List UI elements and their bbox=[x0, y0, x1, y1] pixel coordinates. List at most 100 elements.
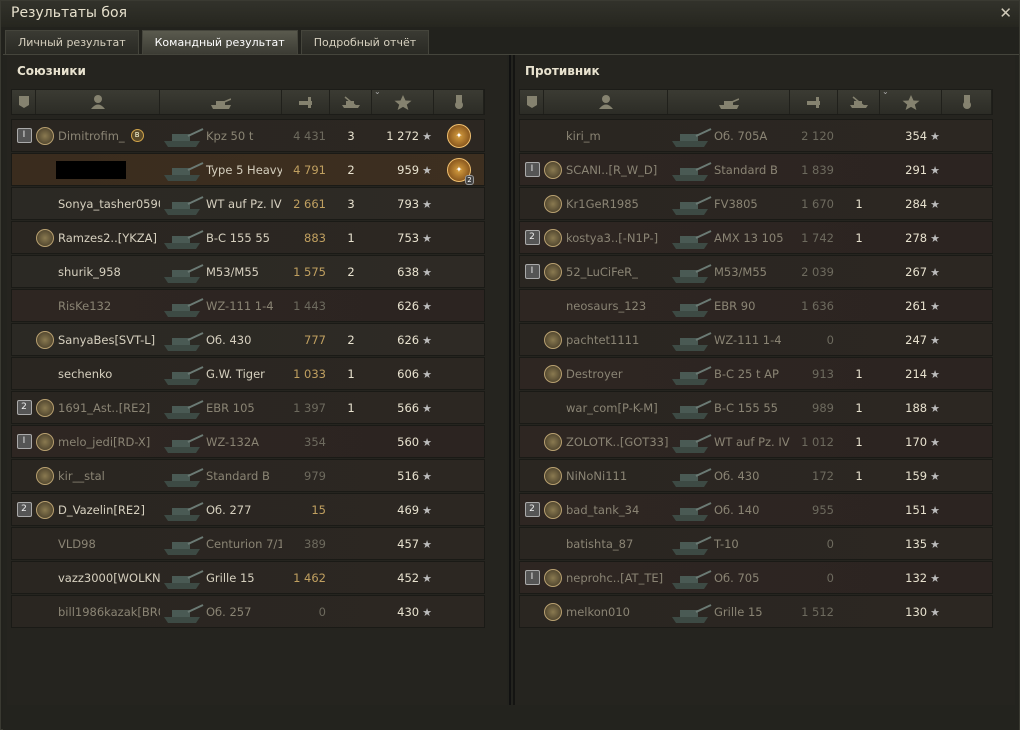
table-row[interactable]: Sonya_tasher0590 WT auf Pz. IV 2 661 3 793 ★ bbox=[11, 187, 485, 220]
player-cell[interactable]: Destroyer bbox=[544, 364, 668, 383]
player-cell[interactable]: SCANI..[R_W_D] bbox=[544, 160, 668, 179]
column-xp-star[interactable]: ⌄ bbox=[372, 87, 434, 114]
xp-value: 626 bbox=[397, 298, 420, 313]
table-row[interactable]: VLD98 Centurion 7/1 389 457 ★ bbox=[11, 527, 485, 560]
table-row[interactable]: war_com[P-K-M] B-C 155 55 989 1 188 ★ bbox=[519, 391, 993, 424]
player-cell[interactable]: vazz3000[WOLKN] bbox=[36, 569, 160, 587]
column-damage[interactable] bbox=[790, 90, 838, 114]
player-cell[interactable]: neosaurs_123 bbox=[544, 297, 668, 315]
table-row[interactable]: I Dimitrofim_ B Kpz 50 t 4 431 3 1 272 ★ ✦ bbox=[11, 119, 485, 152]
tank-icon bbox=[672, 535, 712, 555]
platoon-icon bbox=[526, 96, 537, 108]
player-cell[interactable]: melo_jedi[RD-X] bbox=[36, 432, 160, 451]
rank-badge-icon bbox=[36, 398, 54, 417]
table-row[interactable]: batishta_87 T-10 0 135 ★ bbox=[519, 527, 993, 560]
column-frags[interactable] bbox=[330, 90, 372, 114]
table-row[interactable]: pachtet1111 WZ-111 1-4 0 247 ★ bbox=[519, 323, 993, 356]
tank-name: Об. 257 bbox=[206, 604, 252, 619]
column-player[interactable] bbox=[36, 90, 160, 114]
table-row[interactable]: melkon010 Grille 15 1 512 130 ★ bbox=[519, 595, 993, 628]
table-row[interactable]: Destroyer B-C 25 t AP 913 1 214 ★ bbox=[519, 357, 993, 390]
column-platoon[interactable] bbox=[12, 90, 36, 114]
enemies-rows: kiri_m Об. 705A 2 120 354 ★ I SCANI..[R_W_D] St… bbox=[519, 119, 993, 629]
tab-personal[interactable]: Личный результат bbox=[5, 30, 139, 54]
table-row[interactable]: vazz3000[WOLKN] Grille 15 1 462 452 ★ bbox=[11, 561, 485, 594]
xp-star-icon bbox=[394, 95, 411, 110]
table-row[interactable]: ZOLOTK..[GOT33] WT auf Pz. IV 1 012 1 170 ★ bbox=[519, 425, 993, 458]
player-cell[interactable]: war_com[P-K-M] bbox=[544, 399, 668, 417]
table-row[interactable]: 2 kostya3..[-N1P-] AMX 13 105 1 742 1 278 ★ bbox=[519, 221, 993, 254]
table-row[interactable]: I 52_LuCiFeR_ M53/M55 2 039 267 ★ bbox=[519, 255, 993, 288]
table-row[interactable]: shurik_958 M53/M55 1 575 2 638 ★ bbox=[11, 255, 485, 288]
rank-badge-icon bbox=[544, 466, 562, 485]
player-cell[interactable]: ZOLOTK..[GOT33] bbox=[544, 432, 668, 451]
column-damage[interactable] bbox=[282, 90, 330, 114]
player-cell[interactable]: Sonya_tasher0590 bbox=[36, 195, 160, 213]
player-cell[interactable]: shurik_958 bbox=[36, 263, 160, 281]
player-cell[interactable]: SanyaBes[SVT-L] bbox=[36, 330, 160, 349]
tank-name: G.W. Tiger bbox=[206, 366, 265, 381]
player-cell[interactable]: kir__stal bbox=[36, 466, 160, 485]
table-row[interactable]: kir__stal Standard B 979 516 ★ bbox=[11, 459, 485, 492]
player-cell[interactable]: Kr1GeR1985 bbox=[544, 194, 668, 213]
column-frags[interactable] bbox=[838, 90, 880, 114]
player-cell[interactable]: 1691_Ast..[RE2] bbox=[36, 398, 160, 417]
damage-value: 1 397 bbox=[293, 400, 326, 415]
table-row[interactable]: 2 D_Vazelin[RE2] Об. 277 15 469 ★ bbox=[11, 493, 485, 526]
table-row[interactable]: 2 bad_tank_34 Об. 140 955 151 ★ bbox=[519, 493, 993, 526]
ace-medal-icon[interactable]: ✦ 2 bbox=[447, 157, 474, 185]
tab-team[interactable]: Командный результат bbox=[141, 30, 298, 54]
column-medal[interactable] bbox=[942, 90, 992, 114]
table-row[interactable]: NiNoNi111 Об. 430 172 1 159 ★ bbox=[519, 459, 993, 492]
column-xp-star[interactable]: ⌄ bbox=[880, 87, 942, 114]
column-medal[interactable] bbox=[434, 90, 484, 114]
player-cell[interactable]: NiNoNi111 bbox=[544, 466, 668, 485]
player-cell[interactable]: sechenko bbox=[36, 365, 160, 383]
column-tank[interactable] bbox=[160, 90, 282, 114]
player-cell[interactable]: RisKe132 bbox=[36, 297, 160, 315]
table-row[interactable]: bill1986kazak[BR0D] Об. 257 0 430★ bbox=[11, 595, 485, 628]
damage-value: 1 012 bbox=[801, 434, 834, 449]
player-cell[interactable]: D_Vazelin[RE2] bbox=[36, 500, 160, 519]
column-player[interactable] bbox=[544, 90, 668, 114]
table-row[interactable]: I SCANI..[R_W_D] Standard B 1 839 291 ★ bbox=[519, 153, 993, 186]
tank-cell: M53/M55 bbox=[160, 259, 282, 285]
rank-badge-icon bbox=[544, 568, 562, 587]
player-cell[interactable]: pachtet1111 bbox=[544, 330, 668, 349]
xp-star-icon bbox=[902, 95, 919, 110]
xp-cell: 626 ★ bbox=[372, 299, 434, 313]
table-row[interactable]: kiri_m Об. 705A 2 120 354 ★ bbox=[519, 119, 993, 152]
xp-star-icon: ★ bbox=[422, 435, 432, 449]
tank-cell: Grille 15 bbox=[668, 599, 790, 625]
damage-value: 1 033 bbox=[293, 366, 326, 381]
column-platoon[interactable] bbox=[520, 90, 544, 114]
table-row[interactable]: Ramzes2..[YKZA] B-C 155 55 883 1 753 ★ bbox=[11, 221, 485, 254]
player-cell[interactable]: melkon010 bbox=[544, 602, 668, 621]
table-row[interactable]: RisKe132 WZ-111 1-4 1 443 626 ★ bbox=[11, 289, 485, 322]
column-tank[interactable] bbox=[668, 90, 790, 114]
player-cell[interactable]: batishta_87 bbox=[544, 535, 668, 553]
close-icon[interactable]: ✕ bbox=[999, 4, 1012, 22]
player-cell[interactable]: Ramzes2..[YKZA] bbox=[36, 228, 160, 247]
player-cell[interactable]: VLD98 bbox=[36, 535, 160, 553]
xp-cell: 1 272 ★ bbox=[372, 129, 434, 143]
table-row[interactable]: 2 1691_Ast..[RE2] EBR 105 1 397 1 566 ★ bbox=[11, 391, 485, 424]
player-cell[interactable]: bad_tank_34 bbox=[544, 500, 668, 519]
player-cell[interactable]: bill1986kazak[BR0D] bbox=[36, 603, 160, 621]
table-row[interactable]: neosaurs_123 EBR 90 1 636 261 ★ bbox=[519, 289, 993, 322]
table-row[interactable]: SanyaBes[SVT-L] Об. 430 777 2 626 ★ bbox=[11, 323, 485, 356]
table-row[interactable]: Imelo_jedi[RD-X] WZ-132A 354 560 ★ bbox=[11, 425, 485, 458]
table-row[interactable]: sechenko G.W. Tiger 1 033 1 606 ★ bbox=[11, 357, 485, 390]
player-cell[interactable]: 52_LuCiFeR_ bbox=[544, 262, 668, 281]
player-cell[interactable]: kostya3..[-N1P-] bbox=[544, 228, 668, 247]
table-row[interactable]: Ineprohc..[AT_TE] Об. 705 0 132 ★ bbox=[519, 561, 993, 594]
player-cell[interactable] bbox=[36, 160, 160, 179]
ace-medal-icon[interactable]: ✦ bbox=[447, 123, 471, 148]
player-cell[interactable]: Dimitrofim_ B bbox=[36, 126, 160, 145]
tank-name: Kpz 50 t bbox=[206, 128, 254, 143]
table-row[interactable]: Kr1GeR1985 FV3805 1 670 1 284 ★ bbox=[519, 187, 993, 220]
player-cell[interactable]: kiri_m bbox=[544, 127, 668, 145]
table-row[interactable]: Type 5 Heavy 4 791 2 959 ★ ✦ 2 bbox=[11, 153, 485, 186]
player-cell[interactable]: neprohc..[AT_TE] bbox=[544, 568, 668, 587]
tab-detailed[interactable]: Подробный отчёт bbox=[300, 30, 430, 54]
